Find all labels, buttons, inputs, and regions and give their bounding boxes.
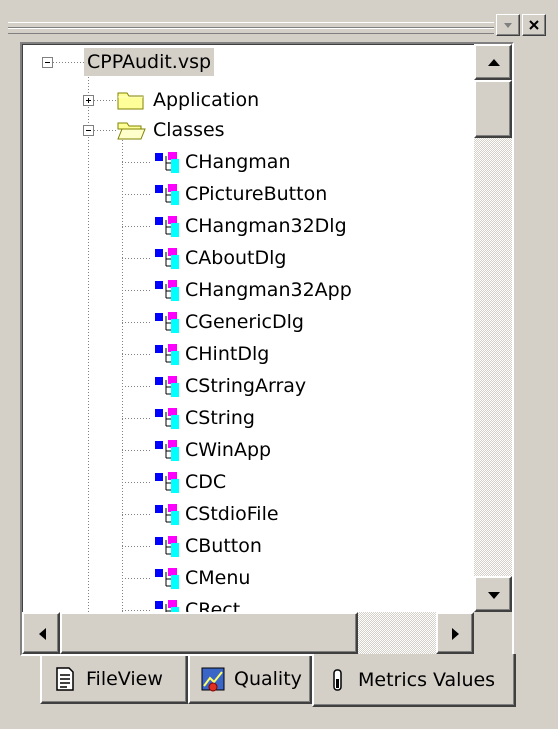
tree-class-node[interactable]: CString: [182, 404, 258, 432]
tree-content: CPPAudit.vsp Application Classes CHangma…: [22, 44, 474, 612]
class-label: CPictureButton: [185, 183, 328, 205]
workspace-tab-bar: FileView Quality Metrics Values: [0, 654, 558, 729]
arrow-up-icon: [488, 59, 500, 66]
class-label: CHintDlg: [185, 343, 270, 365]
tab-label: FileView: [86, 668, 163, 690]
class-tree-view[interactable]: CPPAudit.vsp Application Classes CHangma…: [20, 42, 514, 656]
class-icon: [155, 376, 179, 397]
tab-label: Quality: [234, 668, 302, 690]
tree-class-node[interactable]: CHangman32Dlg: [182, 212, 350, 240]
tree-class-node[interactable]: CAboutDlg: [182, 244, 289, 272]
folder-label: Application: [153, 89, 260, 111]
class-icon: [155, 312, 179, 333]
class-icon: [155, 184, 179, 205]
tree-class-node[interactable]: CStdioFile: [182, 500, 282, 528]
tab-label: Metrics Values: [358, 668, 496, 691]
pane-close-button[interactable]: [522, 14, 546, 36]
class-label: CMenu: [185, 567, 251, 589]
tree-class-node[interactable]: CHangman: [182, 148, 294, 176]
folder-open-icon: [117, 122, 146, 140]
class-label: CButton: [185, 535, 262, 557]
file-view-icon: [56, 667, 74, 691]
tree-class-node[interactable]: CButton: [182, 532, 265, 560]
class-icon: [155, 440, 179, 461]
tab-fileview[interactable]: FileView: [40, 656, 188, 704]
tree-class-node[interactable]: CHintDlg: [182, 340, 272, 368]
class-icon: [155, 216, 179, 237]
class-label: CStdioFile: [185, 503, 279, 525]
class-icon: [155, 536, 179, 557]
metrics-values-icon: [333, 668, 342, 691]
class-icon: [155, 280, 179, 301]
class-icon: [155, 600, 179, 612]
class-label: CString: [185, 407, 255, 429]
class-icon: [155, 472, 179, 493]
scroll-right-button[interactable]: [436, 612, 474, 654]
class-icon: [155, 504, 179, 525]
tab-quality[interactable]: Quality: [188, 656, 312, 704]
class-label: CGenericDlg: [185, 311, 304, 333]
class-label: CHangman: [185, 151, 291, 173]
class-label: CHangman32Dlg: [185, 215, 347, 237]
folder-label: Classes: [153, 119, 225, 141]
tree-folder-classes[interactable]: Classes: [150, 116, 228, 144]
class-icon: [155, 152, 179, 173]
pane-menu-button[interactable]: [496, 14, 520, 36]
scroll-down-button[interactable]: [474, 576, 512, 612]
class-icon: [155, 344, 179, 365]
class-label: CDC: [185, 471, 227, 493]
arrow-right-icon: [452, 628, 459, 640]
title-grip-line[interactable]: [8, 28, 494, 34]
scroll-left-button[interactable]: [22, 612, 60, 654]
root-collapse-toggle[interactable]: [42, 57, 53, 68]
class-label: CAboutDlg: [185, 247, 287, 269]
tree-class-node[interactable]: CMenu: [182, 564, 253, 592]
tree-root-label: CPPAudit.vsp: [84, 48, 215, 76]
tab-metrics-values[interactable]: Metrics Values: [312, 654, 516, 707]
vertical-scroll-thumb[interactable]: [474, 80, 512, 138]
horizontal-scrollbar[interactable]: [22, 612, 474, 654]
application-expand-toggle[interactable]: [83, 95, 94, 106]
arrow-down-icon: [488, 592, 500, 599]
horizontal-scroll-thumb[interactable]: [60, 612, 358, 654]
classes-collapse-toggle[interactable]: [83, 125, 94, 136]
quality-icon: [201, 667, 225, 692]
class-icon: [155, 408, 179, 429]
close-icon: [529, 20, 539, 30]
class-label: CHangman32App: [185, 279, 352, 301]
folder-closed-icon: [117, 92, 144, 110]
tree-class-node[interactable]: CHangman32App: [182, 276, 355, 304]
class-label: CWinApp: [185, 439, 272, 461]
tree-class-node[interactable]: CRect: [182, 596, 243, 612]
tree-class-node[interactable]: CStringArray: [182, 372, 309, 400]
tree-class-node[interactable]: CPictureButton: [182, 180, 330, 208]
class-label: CRect: [185, 599, 241, 612]
class-icon: [155, 248, 179, 269]
chevron-down-icon: [504, 23, 512, 28]
tree-class-node[interactable]: CDC: [182, 468, 229, 496]
tree-class-node[interactable]: CGenericDlg: [182, 308, 307, 336]
tree-root-node[interactable]: CPPAudit.vsp: [84, 48, 215, 76]
class-icon: [155, 568, 179, 589]
arrow-left-icon: [39, 628, 46, 640]
class-label: CStringArray: [185, 375, 307, 397]
pane-title-bar: [8, 0, 558, 42]
tree-class-node[interactable]: CWinApp: [182, 436, 274, 464]
vertical-scrollbar[interactable]: [474, 44, 512, 612]
tree-folder-application[interactable]: Application: [150, 86, 262, 114]
scroll-up-button[interactable]: [474, 44, 512, 80]
scrollbar-corner: [474, 612, 512, 654]
